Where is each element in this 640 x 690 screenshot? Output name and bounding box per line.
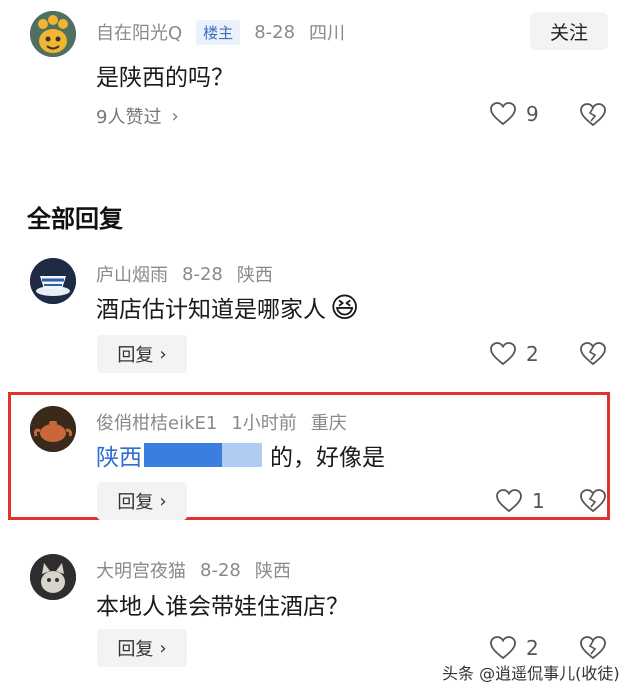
reply-button[interactable]: 回复 › <box>97 629 187 667</box>
comment-text: 是陕西的吗？ <box>96 65 234 91</box>
comment-date: 8-28 <box>200 559 241 581</box>
likers-text: 9人赞过 <box>96 107 162 128</box>
comment-location: 重庆 <box>310 413 347 434</box>
dislike-button[interactable] <box>580 342 606 370</box>
comment-date: 1小时前 <box>231 413 297 434</box>
dislike-button[interactable] <box>580 489 606 517</box>
monster-avatar-icon <box>30 11 76 57</box>
comment-location: 陕西 <box>236 265 273 286</box>
heart-icon <box>490 636 516 660</box>
like-count: 2 <box>526 342 539 366</box>
comment-text: 本地人谁会带娃住酒店？ <box>96 594 349 620</box>
laughing-emoji-icon: 😆 <box>330 290 360 324</box>
comment-meta: 自在阳光Q 楼主 8-28 四川 <box>96 19 345 45</box>
reply-button[interactable]: 回复 › <box>97 482 187 520</box>
avatar[interactable] <box>30 11 76 57</box>
comment-date: 8-28 <box>182 263 223 285</box>
chevron-right-icon: › <box>159 343 167 365</box>
location-link[interactable]: 陕西 <box>96 438 142 472</box>
comment-meta: 大明宫夜猫 8-28 陕西 <box>96 557 291 583</box>
avatar[interactable] <box>30 258 76 304</box>
like-button[interactable]: 2 <box>490 636 539 660</box>
comment-date: 8-28 <box>254 21 296 43</box>
teapot-avatar-icon <box>30 406 76 452</box>
like-button[interactable]: 9 <box>490 102 539 126</box>
heart-icon <box>496 489 522 513</box>
comment-location: 四川 <box>309 23 346 44</box>
like-count: 2 <box>526 636 539 660</box>
heart-icon <box>490 102 516 126</box>
broken-heart-icon <box>580 103 606 127</box>
avatar[interactable] <box>30 554 76 600</box>
follow-button[interactable]: 关注 <box>530 12 608 50</box>
dislike-button[interactable] <box>580 103 606 131</box>
comment-text: 酒店估计知道是哪家人 😆 <box>96 290 359 324</box>
section-title: 全部回复 <box>27 205 123 233</box>
reply-label: 回复 <box>117 345 154 366</box>
comment-text: 陕西 的，好像是 <box>96 438 385 472</box>
avatar[interactable] <box>30 406 76 452</box>
comment-location: 陕西 <box>254 561 291 582</box>
redaction-block <box>144 443 222 467</box>
watermark: 头条 @逍遥侃事儿(收徒) <box>442 664 620 683</box>
comment-meta: 俊俏柑桔eikE1 1小时前 重庆 <box>96 409 347 435</box>
like-button[interactable]: 1 <box>496 489 545 513</box>
comment-text-body: 酒店估计知道是哪家人 <box>96 297 326 323</box>
like-count: 9 <box>526 102 539 126</box>
redaction-block <box>222 443 262 467</box>
username[interactable]: 大明宫夜猫 <box>96 557 186 583</box>
author-badge: 楼主 <box>196 19 241 45</box>
like-count: 1 <box>532 489 545 513</box>
reply-label: 回复 <box>117 639 154 660</box>
reply-button[interactable]: 回复 › <box>97 335 187 373</box>
cat-avatar-icon <box>30 554 76 600</box>
reply-label: 回复 <box>117 492 154 513</box>
username[interactable]: 庐山烟雨 <box>96 261 168 287</box>
heart-icon <box>490 342 516 366</box>
teacup-avatar-icon <box>30 258 76 304</box>
broken-heart-icon <box>580 489 606 513</box>
likers-link[interactable]: 9人赞过 › <box>96 103 179 129</box>
chevron-right-icon: › <box>159 490 167 512</box>
comment-text-body: 的，好像是 <box>270 445 385 471</box>
chevron-right-icon: › <box>171 105 179 127</box>
chevron-right-icon: › <box>159 637 167 659</box>
like-button[interactable]: 2 <box>490 342 539 366</box>
username[interactable]: 俊俏柑桔eikE1 <box>96 409 217 435</box>
username[interactable]: 自在阳光Q <box>96 19 182 45</box>
broken-heart-icon <box>580 342 606 366</box>
broken-heart-icon <box>580 636 606 660</box>
comment-meta: 庐山烟雨 8-28 陕西 <box>96 261 273 287</box>
